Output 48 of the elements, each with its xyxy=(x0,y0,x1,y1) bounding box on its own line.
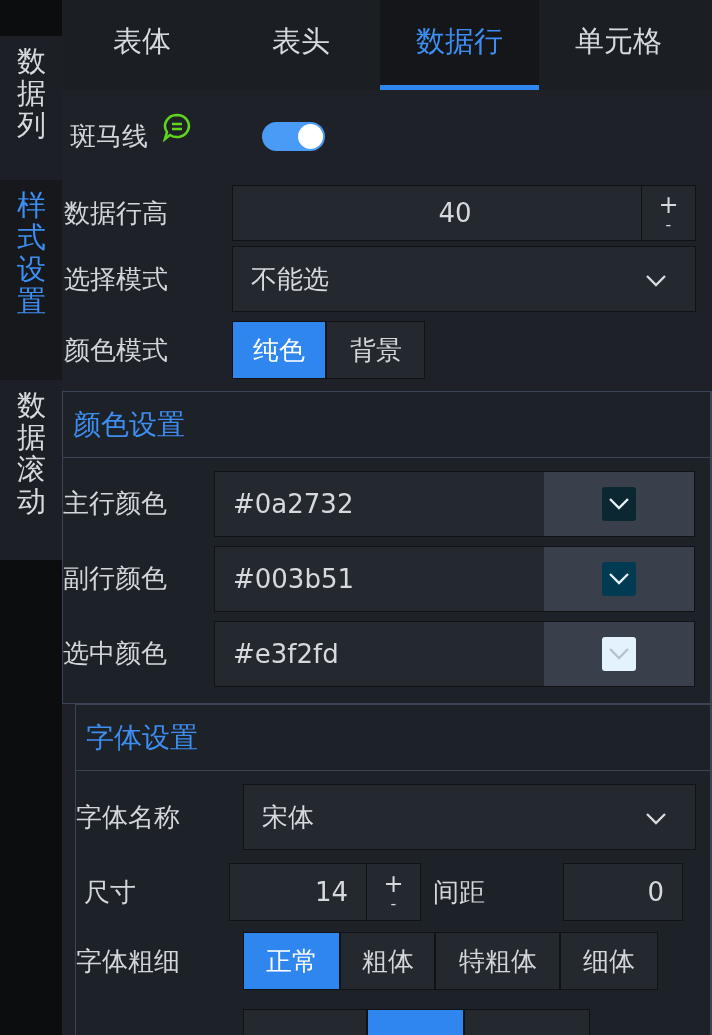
chevron-down-icon xyxy=(645,274,667,289)
side-tab[interactable]: 样式设置 xyxy=(0,180,62,380)
field-label: 副行颜色 xyxy=(63,562,168,595)
side-tab[interactable]: 数据滚动 xyxy=(0,380,62,560)
select-dropdown[interactable]: 不能选 xyxy=(232,246,696,313)
section-title: 字体设置 xyxy=(76,705,710,771)
segment-button[interactable]: 粗体 xyxy=(340,932,435,990)
segment-button[interactable]: 细体 xyxy=(560,932,658,990)
chevron-down-icon xyxy=(608,571,630,586)
side-tab[interactable]: 数据列 xyxy=(0,36,62,180)
chevron-down-icon xyxy=(608,496,630,511)
increment-button[interactable]: + xyxy=(658,193,679,218)
field-label: 选中颜色 xyxy=(63,637,168,670)
chat-bubble-icon xyxy=(162,111,192,142)
field-label: 尺寸 xyxy=(84,875,137,909)
chevron-down-icon xyxy=(645,812,667,826)
field-label: 数据行高 xyxy=(64,196,169,230)
color-swatch[interactable] xyxy=(602,561,636,596)
tab[interactable]: 数据行 xyxy=(380,0,539,90)
color-input[interactable]: #0a2732 xyxy=(214,470,695,537)
increment-button[interactable]: + xyxy=(383,872,404,896)
number-input[interactable]: 40 + - xyxy=(232,185,696,242)
chevron-down-icon xyxy=(608,646,630,661)
number-input[interactable]: 14 + - xyxy=(229,863,421,921)
tab[interactable]: 表头 xyxy=(221,0,380,90)
field-label: 字体粗细 xyxy=(76,944,181,978)
field-label: 字体名称 xyxy=(76,800,181,834)
color-input[interactable]: #003b51 xyxy=(214,545,695,612)
field-label: 颜色模式 xyxy=(64,333,169,367)
field-label: 选择模式 xyxy=(64,262,169,296)
decrement-button[interactable]: - xyxy=(390,896,397,912)
field-label: 间距 xyxy=(432,875,486,909)
color-swatch[interactable] xyxy=(602,486,636,521)
segment-button[interactable]: 背景 xyxy=(326,321,425,380)
section-title: 颜色设置 xyxy=(63,392,710,458)
color-swatch[interactable] xyxy=(602,636,636,671)
segment-button[interactable]: 特粗体 xyxy=(435,932,560,990)
field-label: 斑马线 xyxy=(70,119,149,153)
toggle-switch[interactable] xyxy=(262,121,325,151)
tab[interactable]: 表体 xyxy=(62,0,221,90)
number-input[interactable]: 0 xyxy=(563,863,683,921)
color-input[interactable]: #e3f2fd xyxy=(214,620,695,687)
decrement-button[interactable]: - xyxy=(665,217,672,234)
tab[interactable]: 单元格 xyxy=(539,0,698,90)
segment-button[interactable]: 正常 xyxy=(243,932,340,990)
field-label: 主行颜色 xyxy=(63,487,168,520)
select-dropdown[interactable]: 宋体 xyxy=(243,784,696,850)
segment-button[interactable]: 纯色 xyxy=(232,321,326,380)
